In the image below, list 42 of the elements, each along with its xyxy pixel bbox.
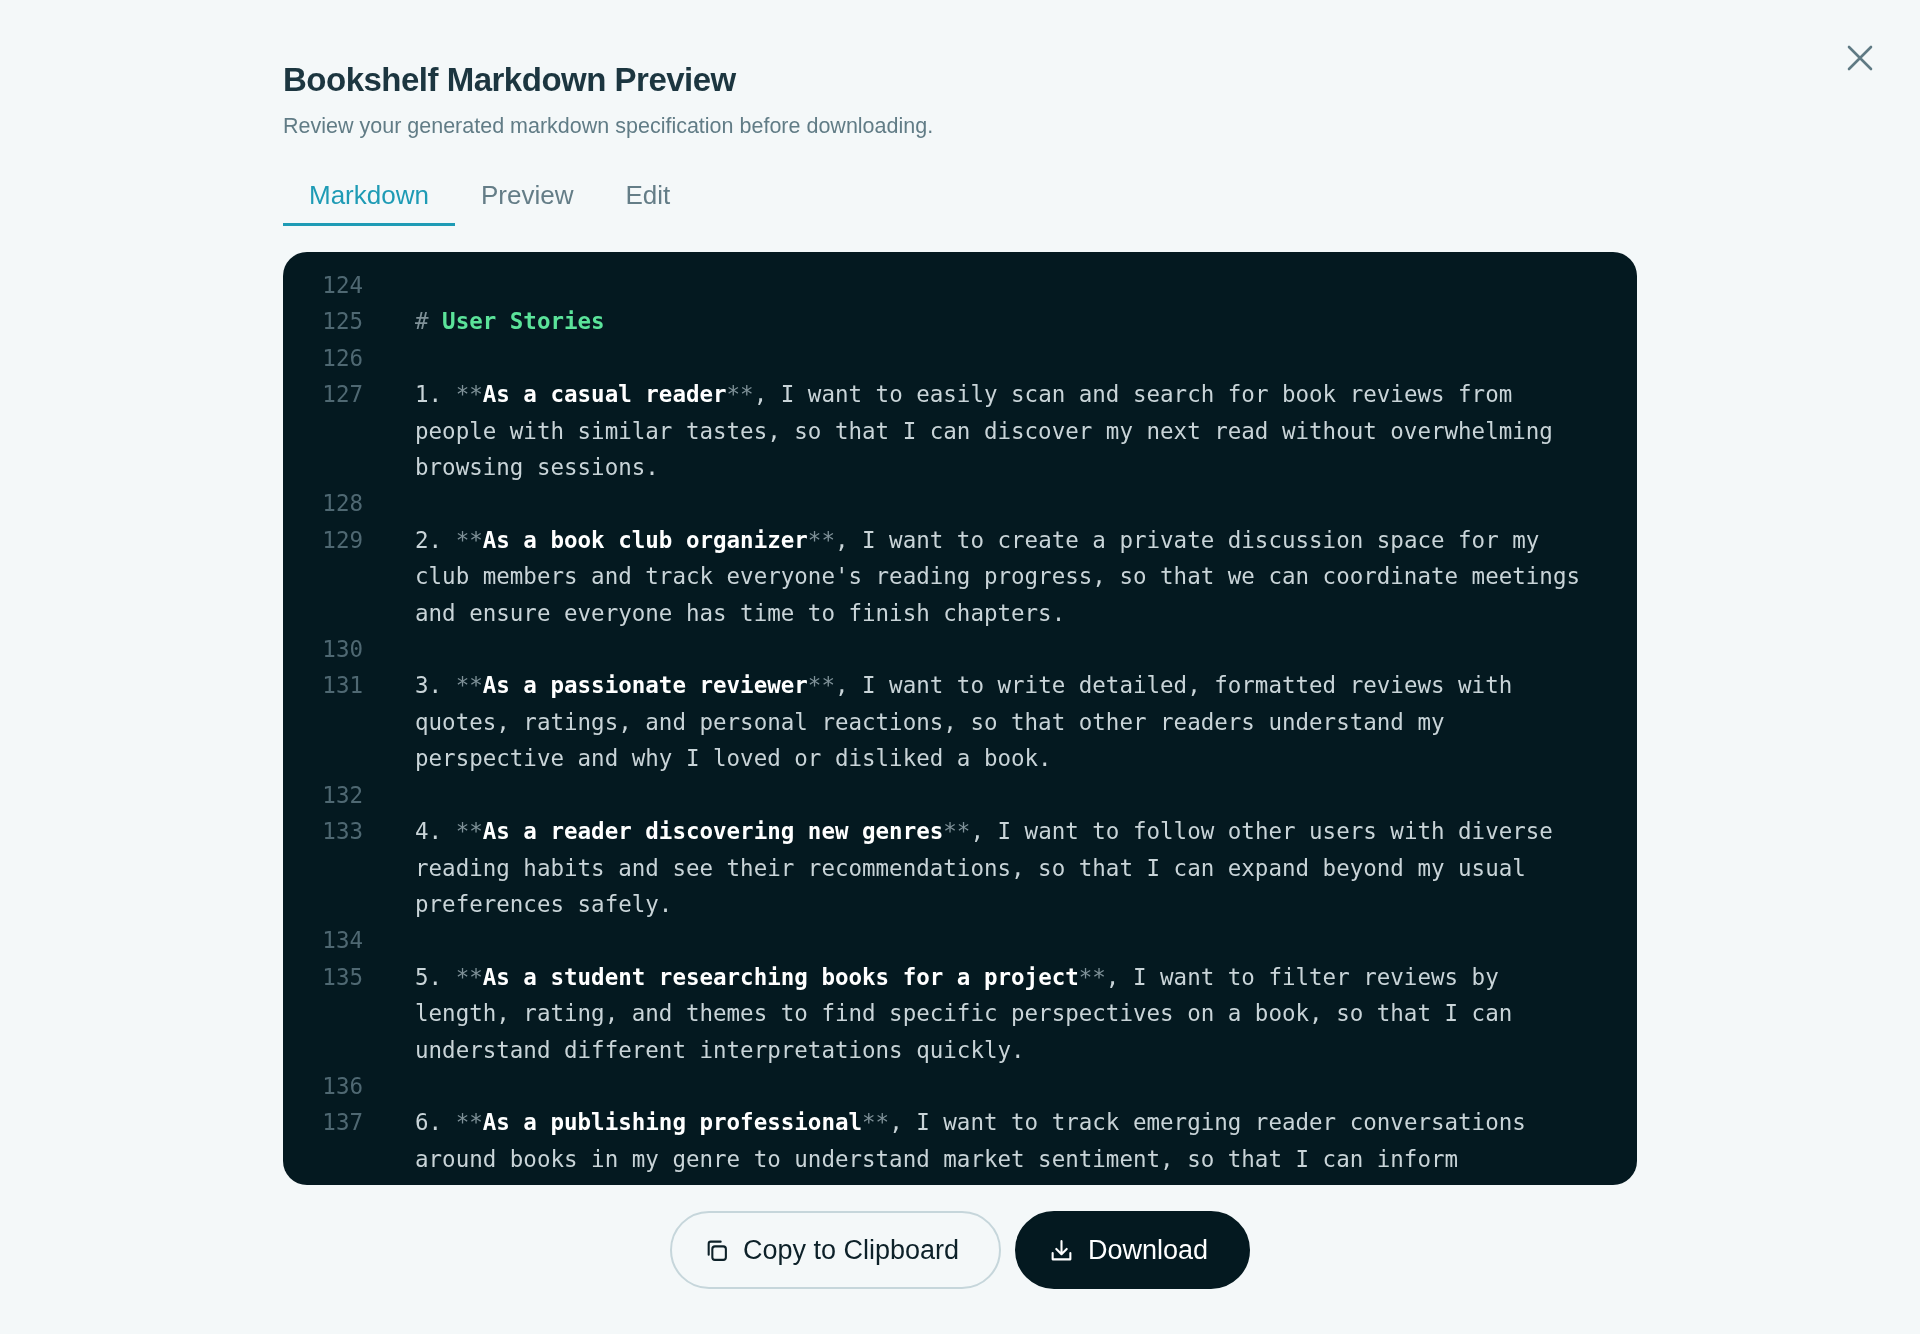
line-number: 129 xyxy=(321,525,363,555)
code-line: 5. **As a student researching books for a project**, I want to filter reviews by xyxy=(415,962,1500,992)
line-number: 127 xyxy=(321,380,363,410)
code-line: 4. **As a reader discovering new genres**, I want to follow other users with diverse xyxy=(415,817,1553,847)
line-number: 133 xyxy=(321,817,363,847)
line-number: 136 xyxy=(321,1071,363,1101)
line-number: 134 xyxy=(321,926,363,956)
line-number: 125 xyxy=(321,307,363,337)
download-icon xyxy=(1049,1237,1074,1263)
line-number: 128 xyxy=(321,489,363,519)
code-line: and ensure everyone has time to finish chapters. xyxy=(415,598,1067,628)
code-line: # User Stories xyxy=(415,307,605,337)
line-number: 124 xyxy=(321,271,363,300)
code-line: 3. **As a passionate reviewer**, I want to write detailed, formatted reviews with xyxy=(415,671,1513,701)
code-line: length, rating, and themes to find specific perspectives on a book, so that I can xyxy=(415,999,1513,1029)
line-number: 135 xyxy=(321,962,363,992)
code-line: 1. **As a casual reader**, I want to easily scan and search for book reviews from xyxy=(415,380,1514,410)
code-line: 6. **As a publishing professional**, I want to track emerging reader conversations xyxy=(415,1108,1526,1138)
code-line: perspective and why I loved or disliked a book. xyxy=(415,744,1053,774)
code-line: 2. **As a book club organizer**, I want to create a private discussion space for my xyxy=(415,525,1541,555)
dialog-title: Bookshelf Markdown Preview xyxy=(283,60,736,100)
line-number: 126 xyxy=(321,343,363,373)
line-number: 132 xyxy=(321,780,363,810)
code-line: club members and track everyone's reading progress, so that we can coordinate meetings xyxy=(415,562,1580,592)
line-number: 130 xyxy=(321,635,363,665)
code-line: around books in my genre to understand market sentiment, so that I can inform xyxy=(415,1144,1460,1174)
tab[interactable]: Edit xyxy=(599,170,697,226)
code-line: reading habits and see their recommendations, so that I can expand beyond my usual xyxy=(415,853,1527,883)
close-icon xyxy=(1847,45,1873,71)
code-line: understand different interpretations quickly. xyxy=(415,1035,1026,1065)
copy-button[interactable]: Copy to Clipboard xyxy=(669,1211,1001,1290)
code-line: quotes, ratings, and personal reactions, so that other readers understand my xyxy=(415,707,1446,737)
line-number: 137 xyxy=(321,1108,363,1138)
tab[interactable]: Markdown xyxy=(283,170,455,226)
code-line: people with similar tastes, so that I can discover my next read without overwhelming xyxy=(415,416,1553,446)
code-line: preferences safely. xyxy=(415,889,674,919)
tab[interactable]: Preview xyxy=(454,170,600,226)
download-button[interactable]: Download xyxy=(1015,1211,1251,1290)
close-button[interactable] xyxy=(1847,45,1873,71)
line-number: 131 xyxy=(321,671,363,701)
code-line: browsing sessions. xyxy=(415,453,660,483)
dialog-subtitle: Review your generated markdown specification before downloading. xyxy=(283,113,934,140)
